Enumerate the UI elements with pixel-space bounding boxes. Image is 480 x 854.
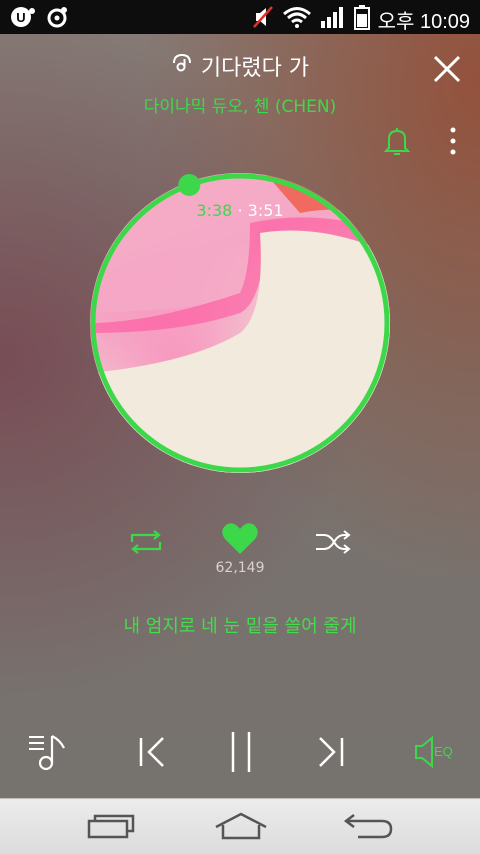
recent-apps-button[interactable] <box>87 811 135 845</box>
time-separator: · <box>237 201 243 220</box>
back-icon <box>343 814 393 839</box>
status-time: 오후 10:09 <box>377 10 470 33</box>
close-button[interactable] <box>432 54 462 84</box>
progress-knob[interactable] <box>178 174 201 196</box>
recent-apps-icon <box>87 814 135 839</box>
lyric-line[interactable]: 내 엄지로 네 눈 밑을 쓸어 줄게 <box>0 612 480 638</box>
close-icon <box>433 55 461 83</box>
system-nav-bar <box>0 798 480 854</box>
signal-icon <box>320 5 346 33</box>
lg-u-plus-icon: U <box>10 6 36 32</box>
more-vertical-icon <box>450 127 456 155</box>
eq-label: EQ <box>434 744 453 759</box>
progress-ring-track <box>90 173 390 473</box>
total-time: 3:51 <box>247 201 284 220</box>
shuffle-button[interactable] <box>314 528 352 560</box>
wifi-icon <box>282 5 312 33</box>
heart-icon <box>222 523 258 554</box>
previous-icon <box>139 737 164 767</box>
next-icon <box>319 737 344 767</box>
back-button[interactable] <box>343 811 394 845</box>
more-options-button[interactable] <box>448 127 458 155</box>
media-icon <box>46 6 68 32</box>
shuffle-icon <box>316 530 351 554</box>
song-title: 기다렸다 가 <box>200 56 310 81</box>
repeat-button[interactable] <box>128 528 164 560</box>
next-button[interactable] <box>315 736 345 772</box>
artist-name[interactable]: 다이나믹 듀오, 첸 (CHEN) <box>0 92 480 117</box>
playlist-icon <box>29 735 65 771</box>
like-count: 62,149 <box>215 560 265 576</box>
battery-icon <box>353 4 370 34</box>
home-button[interactable] <box>214 811 268 845</box>
like-button[interactable] <box>221 522 259 560</box>
playlist-button[interactable] <box>28 732 68 776</box>
song-header: 기다렸다 가 <box>0 50 480 82</box>
status-bar: U 오후 10:09 <box>0 0 480 34</box>
song-note-icon <box>171 52 193 80</box>
svg-text:U: U <box>16 10 25 25</box>
alarm-button[interactable] <box>383 126 411 156</box>
pause-icon <box>231 732 251 772</box>
bell-icon <box>383 128 411 155</box>
previous-button[interactable] <box>138 736 168 772</box>
home-icon <box>215 812 267 840</box>
repeat-icon <box>130 530 162 554</box>
time-display: 3:38 · 3:51 <box>0 201 480 220</box>
pause-button[interactable] <box>229 730 253 778</box>
mute-icon <box>252 5 274 33</box>
current-time: 3:38 <box>196 201 233 220</box>
player-controls: EQ <box>0 730 480 776</box>
